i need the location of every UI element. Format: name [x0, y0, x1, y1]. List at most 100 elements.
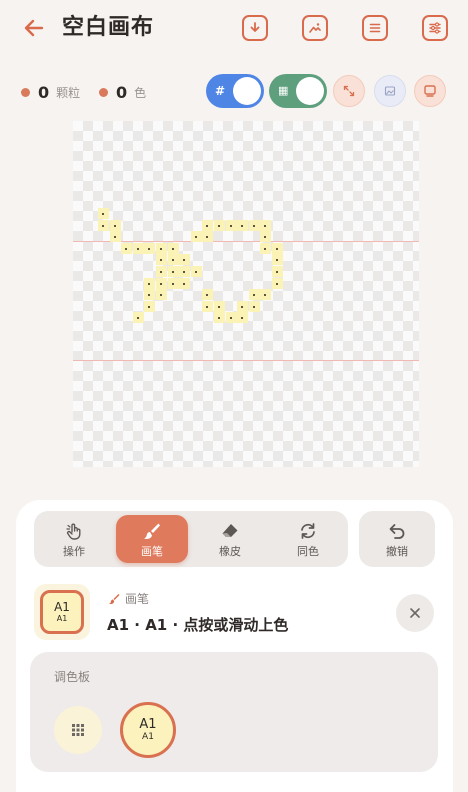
- bead-cell: [144, 300, 156, 312]
- bead-unit: 颗粒: [56, 85, 81, 100]
- bead-cell: [272, 254, 283, 266]
- hash-icon: #: [215, 84, 226, 98]
- bead-marker: [252, 294, 255, 297]
- current-tool-hint: 画笔: [108, 592, 149, 606]
- current-color-chip: A1 A1: [40, 590, 84, 634]
- undo-icon: [389, 523, 405, 539]
- undo-label: 撤销: [386, 544, 408, 558]
- bead-marker: [113, 224, 116, 227]
- list-icon: [369, 23, 381, 33]
- top-bar: 空白画布: [0, 0, 468, 56]
- bead-marker: [241, 224, 244, 227]
- preview-button[interactable]: [414, 75, 446, 107]
- brush-icon: [144, 523, 160, 539]
- bead-marker: [194, 236, 197, 239]
- list-button[interactable]: [362, 15, 388, 41]
- bead-marker: [218, 224, 220, 227]
- bead-marker: [206, 224, 209, 227]
- undo-button[interactable]: 撤销: [359, 511, 435, 567]
- bead-count: 0: [38, 82, 50, 102]
- monitor-icon: [424, 85, 436, 97]
- bead-marker: [160, 247, 162, 250]
- tool-operate[interactable]: 操作: [38, 515, 110, 563]
- palette-grid-button[interactable]: [54, 706, 102, 754]
- bead-cell: [98, 219, 109, 231]
- bead-cell: [132, 312, 144, 324]
- eraser-icon: [222, 523, 238, 537]
- palette-title: 调色板: [54, 670, 91, 684]
- bead-marker: [148, 294, 151, 297]
- bead-cell: [179, 254, 191, 266]
- current-color-swatch[interactable]: A1 A1: [34, 584, 90, 640]
- bead-cell: [144, 289, 156, 301]
- bead-cell: [109, 219, 121, 231]
- image-export-button[interactable]: [302, 15, 328, 41]
- bead-marker: [171, 247, 174, 250]
- page-title: 空白画布: [62, 15, 155, 40]
- bead-marker: [102, 224, 104, 227]
- bead-cell: [156, 277, 167, 289]
- sliders-icon: [429, 22, 441, 34]
- bead-marker: [252, 305, 255, 308]
- bead-marker: [264, 247, 267, 250]
- bead-cell: [237, 219, 249, 231]
- bead-marker: [206, 305, 209, 308]
- palette-swatch-a1[interactable]: A1 A1: [120, 702, 176, 758]
- bead-cell: [260, 231, 272, 243]
- bead-marker: [229, 317, 232, 320]
- close-icon: [410, 608, 420, 618]
- bead-cell: [214, 312, 225, 324]
- current-tool-label: 画笔: [125, 592, 150, 606]
- bead-cell: [167, 242, 179, 254]
- grid-icon: [72, 724, 84, 736]
- bead-marker: [148, 247, 151, 250]
- grid-pattern-toggle[interactable]: ▦: [269, 74, 327, 108]
- tool-label: 画笔: [141, 544, 163, 558]
- bead-cell: [156, 266, 167, 277]
- bead-marker: [206, 236, 209, 239]
- image-icon: [309, 23, 321, 33]
- bead-cell: [167, 277, 179, 289]
- bead-marker: [276, 282, 278, 285]
- bead-marker: [183, 271, 186, 273]
- canvas-guide-line: [73, 360, 419, 361]
- bead-cell: [260, 289, 272, 301]
- bead-cell: [179, 277, 191, 289]
- bead-marker: [160, 259, 162, 262]
- palette-panel: 调色板 A1 A1: [30, 652, 438, 772]
- bead-marker: [241, 317, 244, 320]
- settings-button[interactable]: [422, 15, 448, 41]
- bead-cell: [248, 289, 260, 301]
- bead-cell: [272, 277, 283, 289]
- bead-cell: [225, 219, 237, 231]
- current-color-code: A1: [54, 600, 70, 614]
- refresh-icon: [301, 522, 315, 539]
- bead-marker: [276, 271, 278, 273]
- bead-cell: [167, 266, 179, 277]
- arrow-left-icon: [24, 19, 44, 37]
- bead-cell: [225, 312, 237, 324]
- tool-brush[interactable]: 画笔: [116, 515, 188, 563]
- grid-icon: ▦: [278, 84, 289, 97]
- close-button[interactable]: [396, 594, 434, 632]
- tool-eraser[interactable]: 橡皮: [194, 515, 266, 563]
- bead-cell: [202, 231, 214, 243]
- bead-marker: [171, 282, 174, 285]
- background-image-button[interactable]: [374, 75, 406, 107]
- bead-marker: [160, 271, 162, 273]
- bead-canvas[interactable]: [73, 121, 419, 467]
- back-button[interactable]: [20, 14, 48, 42]
- bead-marker: [171, 271, 174, 273]
- bead-marker: [148, 305, 151, 308]
- grid-number-toggle[interactable]: #: [206, 74, 264, 108]
- bead-marker: [148, 282, 151, 285]
- download-icon: [250, 22, 260, 32]
- bead-marker: [206, 294, 209, 297]
- download-button[interactable]: [242, 15, 268, 41]
- tool-same-color[interactable]: 同色: [272, 515, 344, 563]
- hand-pointer-icon: [66, 523, 81, 540]
- bead-marker: [113, 236, 116, 239]
- bead-marker: [136, 247, 139, 250]
- bead-cell: [214, 300, 225, 312]
- fit-button[interactable]: [333, 75, 365, 107]
